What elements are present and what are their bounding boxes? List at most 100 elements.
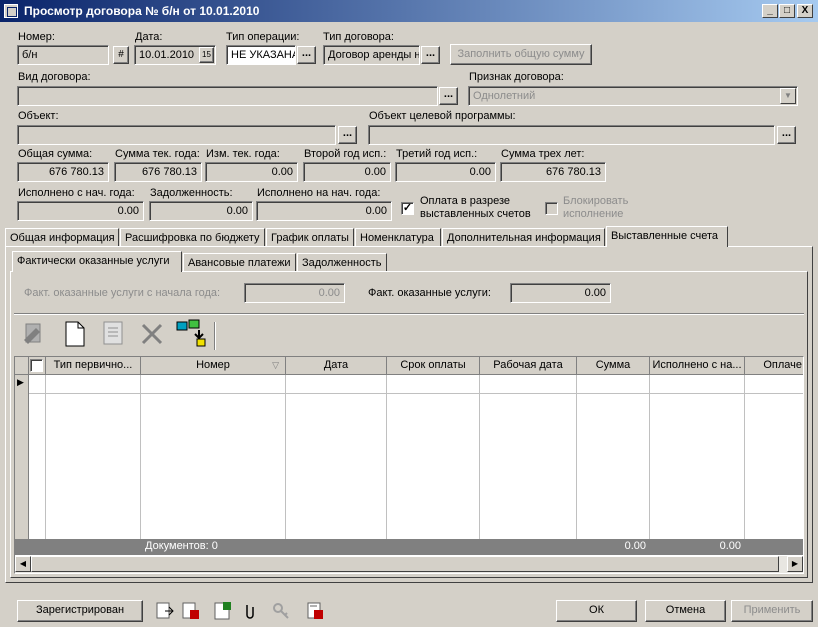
tab-budget-breakdown[interactable]: Расшифровка по бюджету: [120, 228, 265, 247]
separator: [14, 313, 804, 315]
contract-kind-field[interactable]: [17, 86, 438, 106]
tab-issued-invoices[interactable]: Выставленные счета: [606, 226, 728, 247]
contract-sign-label: Признак договора:: [469, 71, 564, 83]
sort-icon: ▽: [272, 360, 279, 370]
contract-type-label: Тип договора:: [323, 31, 394, 43]
current-row-icon: ▶: [17, 377, 24, 387]
apply-button[interactable]: Применить: [731, 600, 813, 622]
column-divider: [45, 375, 46, 539]
block-execution-label: Блокировать исполнение: [563, 195, 629, 220]
three-years-label: Сумма трех лет:: [501, 148, 585, 160]
select-all-header[interactable]: [29, 357, 46, 375]
excel-export-icon[interactable]: [213, 601, 233, 621]
object-label: Объект:: [18, 110, 59, 122]
forward-document-icon[interactable]: [155, 601, 175, 621]
column-divider: [386, 375, 387, 539]
chevron-down-icon[interactable]: ▼: [780, 88, 796, 104]
table-row[interactable]: [29, 393, 803, 394]
contract-kind-label: Вид договора:: [18, 71, 91, 83]
contract-kind-ellipsis-button[interactable]: ...: [439, 87, 458, 105]
attachment-icon[interactable]: [239, 601, 259, 621]
column-header-label: Номер: [196, 359, 230, 371]
contract-type-field[interactable]: Договор аренды н: [323, 45, 420, 65]
print-icon[interactable]: [305, 601, 325, 621]
hash-icon[interactable]: #: [113, 46, 129, 64]
target-program-object-label: Объект целевой программы:: [369, 110, 516, 122]
payment-by-invoices-checkbox[interactable]: ✓: [401, 202, 414, 215]
column-header[interactable]: Исполнено с на...: [650, 357, 745, 375]
registered-button[interactable]: Зарегистрирован: [17, 600, 143, 622]
contract-sign-value: Однолетний: [473, 90, 536, 102]
services-ytd-label: Факт. оказанные услуги с начала года:: [24, 287, 221, 299]
calendar-icon[interactable]: 15: [199, 47, 214, 63]
services-actual-label: Факт. оказанные услуги:: [368, 287, 491, 299]
transfer-icon[interactable]: [175, 318, 206, 347]
row-indicator-header: [15, 357, 29, 375]
date-value: 10.01.2010: [139, 49, 195, 61]
total-label: Общая сумма:: [18, 148, 93, 160]
services-ytd-field: 0.00: [244, 283, 345, 303]
column-header[interactable]: Тип первично...: [46, 357, 141, 375]
row-indicator-column: ▶: [15, 375, 29, 539]
column-divider: [285, 375, 286, 539]
scrollbar-thumb[interactable]: [31, 556, 779, 572]
column-divider: [576, 375, 577, 539]
target-program-object-field[interactable]: [368, 125, 775, 145]
operation-type-ellipsis-button[interactable]: ...: [297, 46, 316, 64]
services-actual-field: 0.00: [510, 283, 611, 303]
key-icon[interactable]: [271, 601, 291, 621]
second-year-field: 0.00: [303, 162, 391, 182]
edit-icon[interactable]: [20, 320, 48, 348]
contract-sign-select[interactable]: Однолетний ▼: [468, 86, 798, 106]
scroll-left-icon[interactable]: ◀: [15, 556, 31, 572]
object-field[interactable]: [17, 125, 336, 145]
close-button[interactable]: X: [797, 4, 813, 18]
horizontal-scrollbar[interactable]: ◀ ▶: [15, 556, 803, 573]
column-divider: [744, 375, 745, 539]
minimize-button[interactable]: _: [762, 4, 778, 18]
executed-start-label: Исполнено на нач. года:: [257, 187, 381, 199]
tab-nomenclature[interactable]: Номенклатура: [355, 228, 441, 247]
delete-document-icon[interactable]: [181, 601, 201, 621]
fill-total-button[interactable]: Заполнить общую сумму: [450, 44, 592, 65]
tab-payment-schedule[interactable]: График оплаты: [266, 228, 354, 247]
block-execution-checkbox[interactable]: [545, 202, 558, 215]
date-field[interactable]: 10.01.2010 15: [134, 45, 216, 65]
number-field[interactable]: б/н: [17, 45, 109, 65]
invoices-grid[interactable]: Тип первично... Номер ▽ Дата Срок оплаты…: [14, 356, 804, 574]
new-document-icon[interactable]: [60, 320, 88, 348]
column-header[interactable]: Дата: [286, 357, 387, 375]
third-year-field: 0.00: [395, 162, 496, 182]
column-header[interactable]: Рабочая дата: [480, 357, 577, 375]
column-header[interactable]: Сумма: [577, 357, 650, 375]
maximize-button[interactable]: □: [779, 4, 795, 18]
properties-icon[interactable]: [100, 320, 128, 348]
column-divider: [649, 375, 650, 539]
executed-ytd-field: 0.00: [17, 201, 144, 221]
change-current-year-label: Изм. тек. года:: [206, 148, 280, 160]
column-header[interactable]: Оплаче: [745, 357, 803, 375]
column-divider: [479, 375, 480, 539]
tab-general-info[interactable]: Общая информация: [5, 228, 119, 247]
object-ellipsis-button[interactable]: ...: [338, 126, 357, 144]
three-years-field: 676 780.13: [500, 162, 606, 182]
subtab-advance-payments[interactable]: Авансовые платежи: [183, 253, 296, 272]
target-program-object-ellipsis-button[interactable]: ...: [777, 126, 796, 144]
scroll-right-icon[interactable]: ▶: [787, 556, 803, 572]
cancel-button[interactable]: Отмена: [645, 600, 726, 622]
contract-type-ellipsis-button[interactable]: ...: [421, 46, 440, 64]
change-current-year-field: 0.00: [205, 162, 298, 182]
executed-ytd-label: Исполнено с нач. года:: [18, 187, 135, 199]
delete-icon[interactable]: [138, 320, 166, 348]
ok-button[interactable]: ОК: [556, 600, 637, 622]
current-year-label: Сумма тек. года:: [115, 148, 200, 160]
executed-start-field: 0.00: [256, 201, 392, 221]
subtab-actual-services[interactable]: Фактически оказанные услуги: [12, 251, 182, 272]
subtab-debt[interactable]: Задолженность: [297, 253, 387, 272]
tab-additional-info[interactable]: Дополнительная информация: [442, 228, 605, 247]
operation-type-field[interactable]: НЕ УКАЗАНА: [226, 45, 296, 65]
footer-executed: 0.00: [719, 540, 741, 552]
select-all-checkbox[interactable]: [30, 359, 43, 372]
column-header[interactable]: Номер ▽: [141, 357, 286, 375]
column-header[interactable]: Срок оплаты: [387, 357, 480, 375]
